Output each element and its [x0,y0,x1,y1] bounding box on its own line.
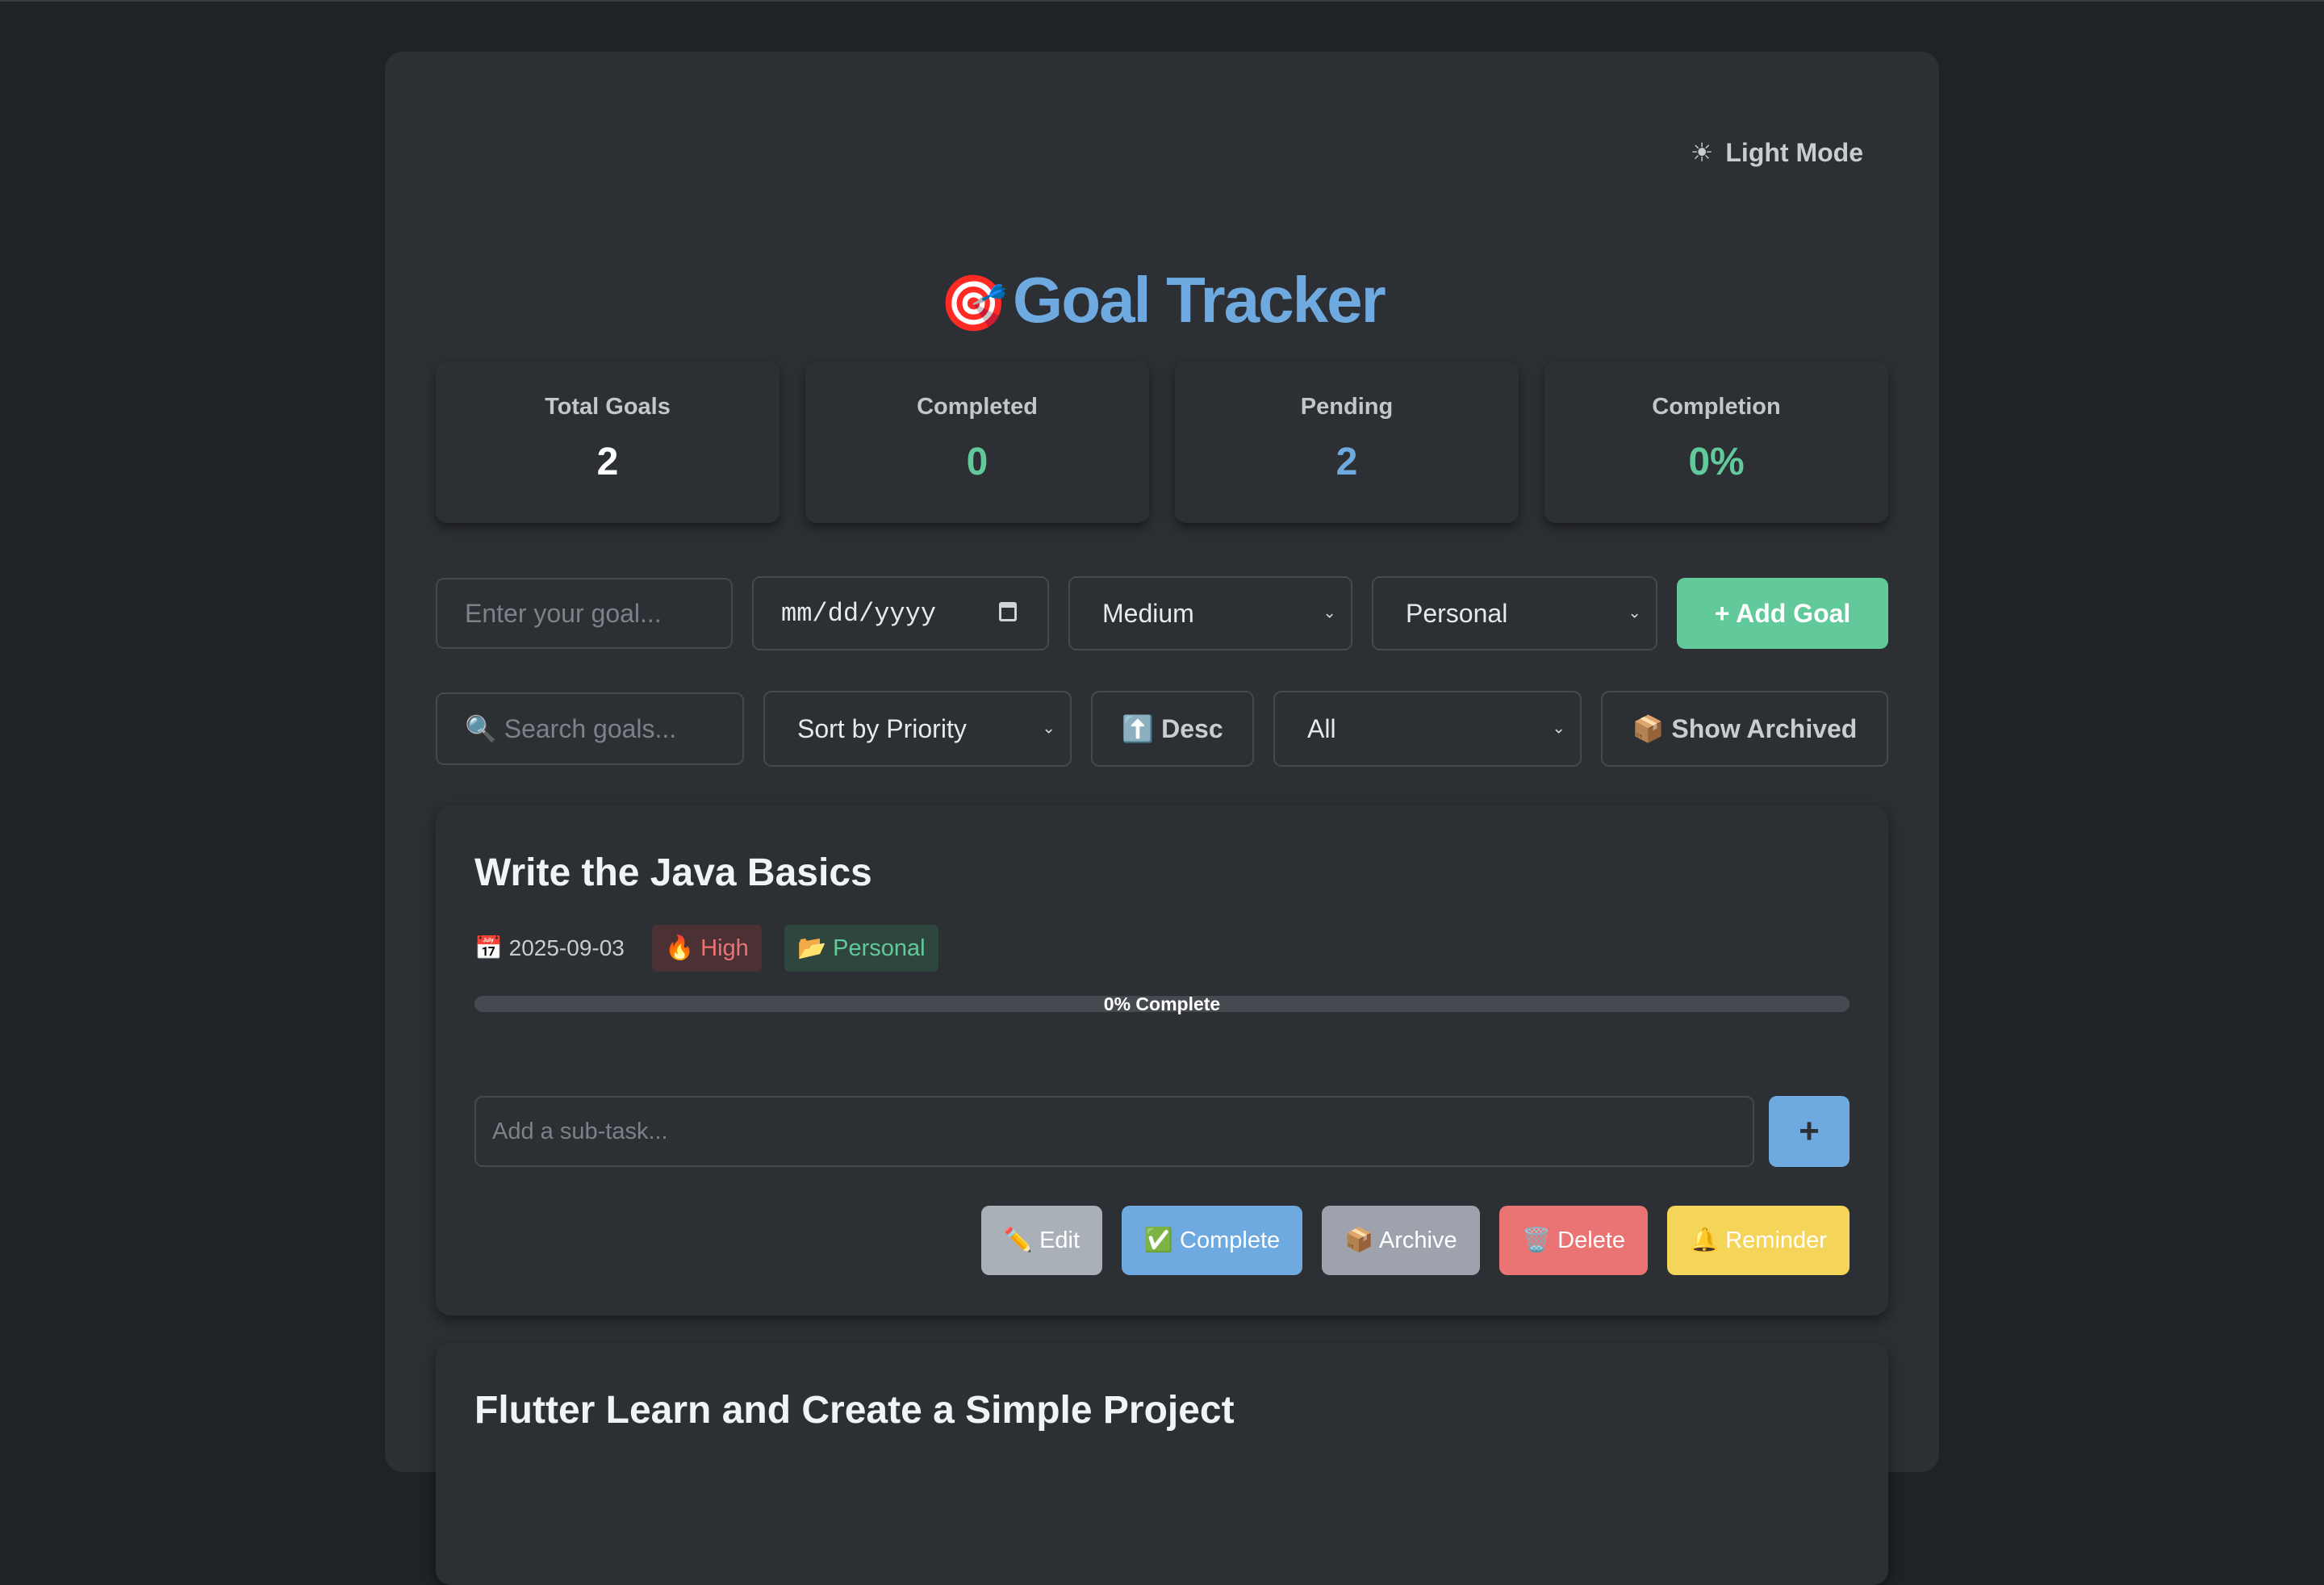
edit-button[interactable]: ✏️ Edit [981,1206,1102,1275]
status-filter-value: All [1307,713,1336,743]
date-placeholder: mm/dd/yyyy [781,598,937,629]
complete-button[interactable]: ✅ Complete [1122,1206,1302,1275]
category-select[interactable]: Personal ⌄ [1372,576,1657,650]
theme-toggle-label: Light Mode [1725,138,1863,167]
show-archived-button[interactable]: 📦 Show Archived [1601,691,1888,767]
stat-label: Completed [917,394,1038,420]
goal-card: Write the Java Basics 📅 2025-09-03 🔥 Hig… [436,805,1888,1315]
goal-title: Write the Java Basics [474,851,872,894]
chevron-down-icon: ⌄ [1323,604,1336,622]
category-badge: 📂 Personal [784,925,938,972]
archive-button[interactable]: 📦 Archive [1322,1206,1480,1275]
stat-card-total: Total Goals 2 [436,362,780,523]
calendar-icon[interactable] [999,602,1017,621]
add-goal-button[interactable]: + Add Goal [1677,578,1888,649]
goal-input[interactable] [436,578,733,649]
goal-due-date: 📅 2025-09-03 [474,935,625,960]
sort-select[interactable]: Sort by Priority ⌄ [763,691,1072,767]
sun-icon: ☀ [1690,137,1714,168]
stat-card-completed: Completed 0 [805,362,1149,523]
date-input[interactable]: mm/dd/yyyy [752,576,1049,650]
theme-toggle-button[interactable]: ☀ Light Mode [1691,116,1863,189]
subtask-input[interactable] [474,1096,1754,1167]
progress-label: 0% Complete [1103,993,1221,1014]
chevron-down-icon: ⌄ [1042,719,1055,738]
stat-value: 0 [966,441,989,483]
goal-card: Flutter Learn and Create a Simple Projec… [436,1343,1888,1585]
stat-label: Completion [1652,394,1781,420]
stat-value: 2 [596,441,619,483]
goal-title: Flutter Learn and Create a Simple Projec… [474,1389,1235,1432]
page-title: 🎯 Goal Tracker [385,263,1939,337]
status-filter-select[interactable]: All ⌄ [1273,691,1582,767]
stat-value: 0% [1688,441,1745,483]
stat-value: 2 [1335,441,1358,483]
delete-button[interactable]: 🗑️ Delete [1499,1206,1648,1275]
target-icon: 🎯 [939,272,1008,336]
page-title-text: Goal Tracker [1012,264,1386,336]
priority-badge: 🔥 High [652,925,762,972]
stat-card-pending: Pending 2 [1175,362,1519,523]
sort-select-value: Sort by Priority [797,713,967,743]
stat-label: Total Goals [545,394,671,420]
sort-order-button[interactable]: ⬆️ Desc [1091,691,1254,767]
chevron-down-icon: ⌄ [1628,604,1641,622]
reminder-button[interactable]: 🔔 Reminder [1667,1206,1850,1275]
priority-select-value: Medium [1102,598,1194,628]
search-input[interactable] [436,692,744,765]
category-select-value: Personal [1406,598,1508,628]
stat-card-completion: Completion 0% [1544,362,1888,523]
stat-label: Pending [1300,394,1394,420]
chevron-down-icon: ⌄ [1552,719,1565,738]
add-subtask-button[interactable]: + [1769,1096,1850,1167]
window-top-border [0,0,2324,2]
priority-select[interactable]: Medium ⌄ [1068,576,1352,650]
